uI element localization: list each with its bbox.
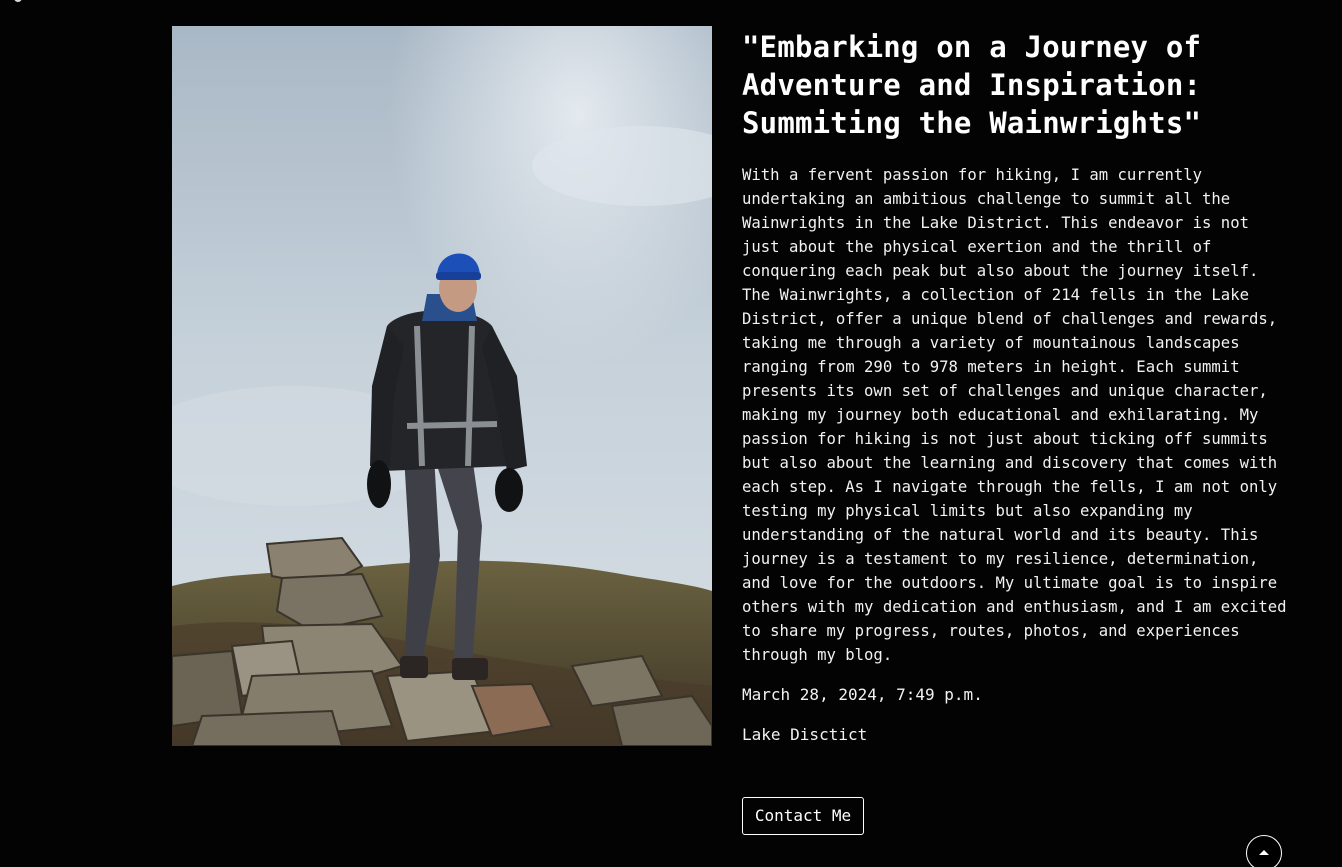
post-body: With a fervent passion for hiking, I am … [742, 166, 1287, 664]
post-title: "Embarking on a Journey of Adventure and… [742, 30, 1202, 140]
post-content: "Embarking on a Journey of Adventure and… [742, 28, 1287, 747]
post-date: March 28, 2024, 7:49 p.m. [742, 685, 983, 704]
scroll-to-top-button[interactable] [1246, 835, 1282, 867]
hiker-summit-photo [172, 26, 712, 746]
contact-me-button[interactable]: Contact Me [742, 797, 864, 835]
post-location: Lake Disctict [742, 725, 868, 744]
corner-mark [14, 0, 22, 2]
chevron-up-icon [1259, 850, 1269, 855]
